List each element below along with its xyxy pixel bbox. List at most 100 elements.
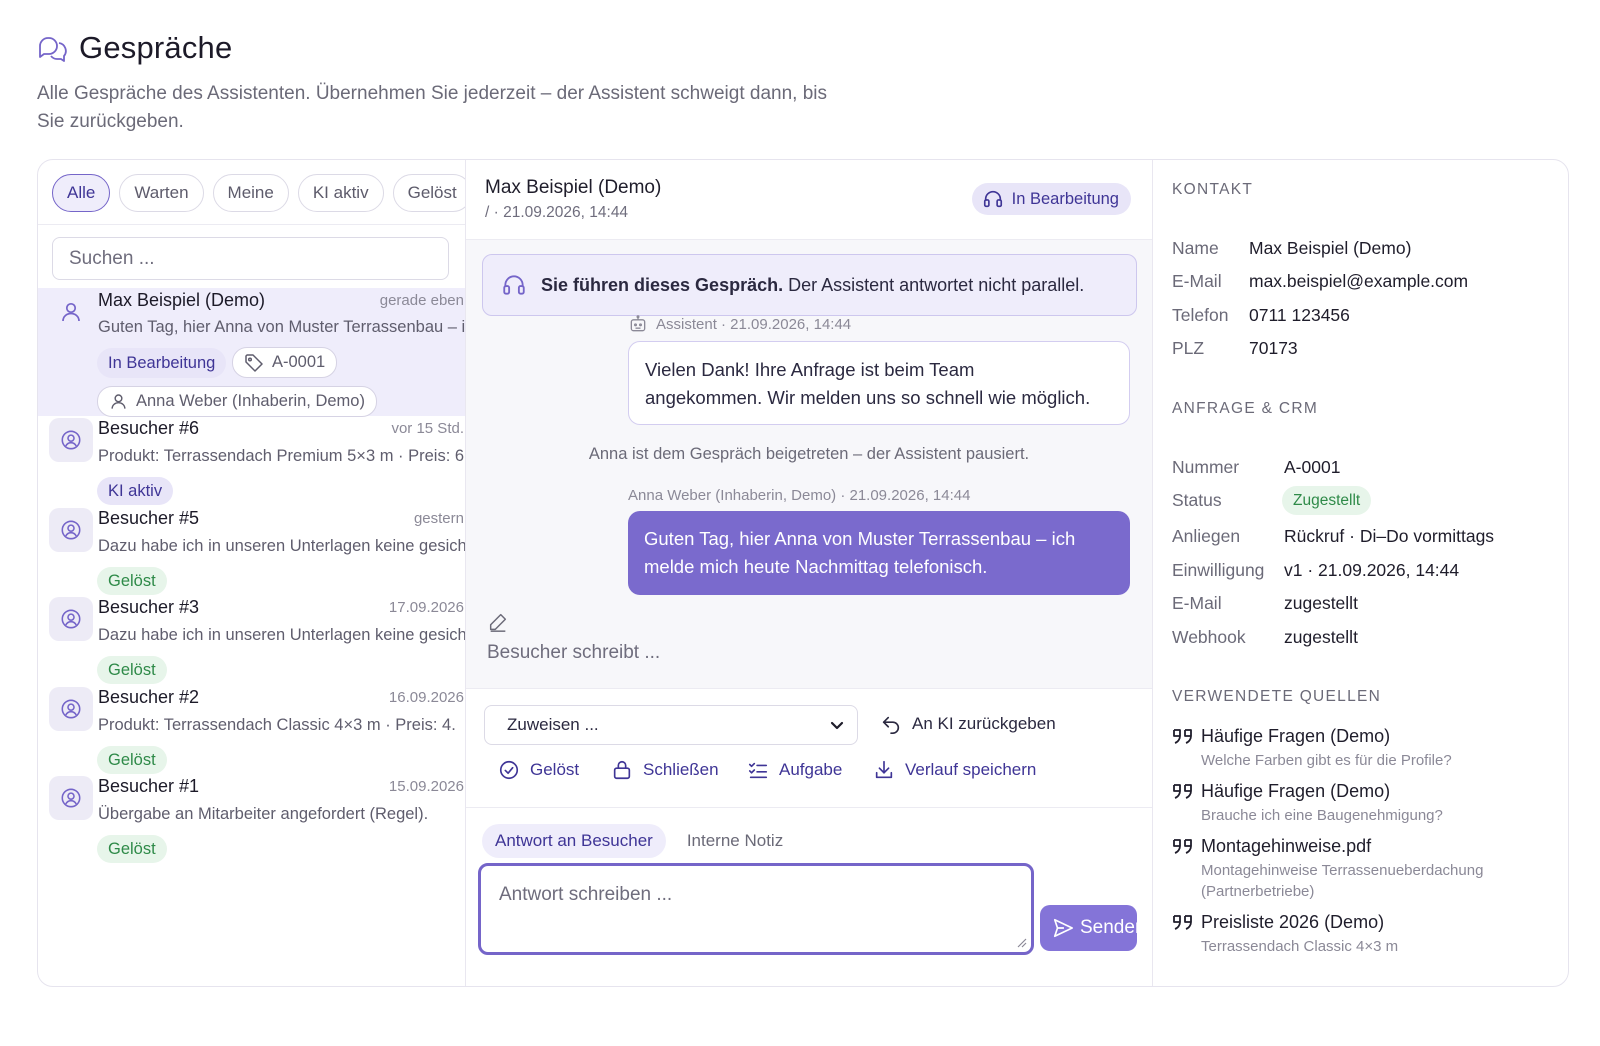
tab-internal-note[interactable]: Interne Notiz <box>674 824 796 858</box>
conversation-time: gestern <box>413 510 464 527</box>
conversation-name: Besucher #1 <box>98 776 200 796</box>
status-badge: Gelöst <box>97 835 167 863</box>
takeover-text: Sie führen dieses Gespräch. Der Assisten… <box>541 274 1085 295</box>
status-badge: Gelöst <box>97 656 167 684</box>
ticket-badge: A-0001 <box>232 347 338 378</box>
section-title-crm: ANFRAGE & CRM <box>1172 400 1319 417</box>
page-header: Gespräche Alle Gespräche des Assistenten… <box>37 30 897 136</box>
conversation-name: Besucher #3 <box>98 597 200 617</box>
filter-mine[interactable]: Meine <box>212 174 289 212</box>
resize-handle-icon[interactable] <box>1017 938 1027 948</box>
page-title: Gespräche <box>79 30 233 65</box>
crm-label: Nummer <box>1172 457 1240 477</box>
source-item[interactable]: Preisliste 2026 (Demo) Terrassendach Cla… <box>1172 912 1552 957</box>
reply-textarea[interactable]: Antwort schreiben ... <box>478 863 1034 955</box>
conversation-item[interactable]: Besucher #1 15.09.2026 Übergabe an Mitar… <box>38 774 465 864</box>
chat-meta: / · 21.09.2026, 14:44 <box>485 204 629 221</box>
contact-value: 0711 123456 <box>1249 305 1350 325</box>
section-title-contact: KONTAKT <box>1172 181 1254 198</box>
send-icon <box>1052 917 1074 939</box>
close-conversation-button[interactable]: Schließen <box>611 759 719 781</box>
save-history-button[interactable]: Verlauf speichern <box>873 759 1036 781</box>
lock-icon <box>611 759 633 781</box>
details-column: KONTAKT Name Max Beispiel (Demo) E-Mail … <box>1153 160 1568 986</box>
chat-header: Max Beispiel (Demo) / · 21.09.2026, 14:4… <box>466 160 1152 240</box>
source-item[interactable]: Häufige Fragen (Demo) Brauche ich eine B… <box>1172 781 1552 826</box>
assign-select[interactable]: Zuweisen ... <box>484 705 858 745</box>
chat-status-badge: In Bearbeitung <box>971 183 1131 215</box>
task-button[interactable]: Aufgabe <box>747 759 842 781</box>
resolved-button[interactable]: Gelöst <box>498 759 579 781</box>
download-icon <box>873 759 895 781</box>
contact-value: 70173 <box>1249 338 1298 358</box>
chat-column: Max Beispiel (Demo) / · 21.09.2026, 14:4… <box>466 160 1153 986</box>
conversation-item[interactable]: Besucher #5 gestern Dazu habe ich in uns… <box>38 506 466 596</box>
pencil-icon <box>487 611 509 633</box>
visitor-avatar-icon <box>49 418 93 462</box>
message-meta: Assistent · 21.09.2026, 14:44 <box>628 314 851 334</box>
conversation-time: 16.09.2026 <box>388 689 464 706</box>
checklist-icon <box>747 759 769 781</box>
system-note: Anna ist dem Gespräch beigetreten – der … <box>588 445 1030 463</box>
crm-label: Einwilligung <box>1172 560 1265 580</box>
conversation-item[interactable]: Besucher #2 16.09.2026 Produkt: Terrasse… <box>38 685 465 775</box>
conversation-name: Besucher #5 <box>98 508 200 528</box>
conversation-preview: Übergabe an Mitarbeiter angefordert (Reg… <box>98 805 429 823</box>
filter-chips: Alle Warten Meine KI aktiv Gelöst <box>52 174 465 212</box>
contact-label: Name <box>1172 238 1219 258</box>
conversation-actions: Zuweisen ... An KI zurückgeben Gelöst Sc… <box>466 688 1152 808</box>
reply-mode-tabs: Antwort an Besucher Interne Notiz <box>482 824 796 858</box>
contact-label: Telefon <box>1172 305 1229 325</box>
contact-label: E-Mail <box>1172 271 1222 291</box>
conversation-time: 15.09.2026 <box>388 778 464 795</box>
user-icon <box>109 392 128 411</box>
check-circle-icon <box>498 759 520 781</box>
status-badge: Gelöst <box>97 746 167 774</box>
conversation-name: Besucher #2 <box>98 687 200 707</box>
conversation-preview: Produkt: Terrassendach Premium 5×3 m · P… <box>98 447 466 465</box>
crm-status-badge: Zugestellt <box>1282 486 1372 515</box>
conversation-time: 17.09.2026 <box>388 599 464 616</box>
quote-icon <box>1172 914 1194 932</box>
assistant-message: Vielen Dank! Ihre Anfrage ist beim Team … <box>628 341 1130 425</box>
divider <box>38 224 465 225</box>
conversation-preview: Dazu habe ich in unseren Unterlagen kein… <box>98 626 466 644</box>
crm-value: v1 · 21.09.2026, 14:44 <box>1284 560 1460 580</box>
status-badge: KI aktiv <box>97 477 174 505</box>
filter-ai-active[interactable]: KI aktiv <box>297 174 384 212</box>
conversation-list-column: Alle Warten Meine KI aktiv Gelöst Suchen… <box>38 160 466 986</box>
chat-bubbles-icon <box>37 33 67 63</box>
user-icon <box>49 290 93 334</box>
section-title-sources: VERWENDETE QUELLEN <box>1172 688 1382 705</box>
crm-label: Status <box>1172 490 1222 510</box>
quote-icon <box>1172 838 1194 856</box>
send-button[interactable]: Senden <box>1040 905 1137 951</box>
conversation-item[interactable]: Besucher #6 vor 15 Std. Produkt: Terrass… <box>38 416 466 506</box>
tab-reply-visitor[interactable]: Antwort an Besucher <box>482 824 666 858</box>
conversation-time: vor 15 Std. <box>391 420 464 437</box>
quote-icon <box>1172 783 1194 801</box>
agent-message: Guten Tag, hier Anna von Muster Terrasse… <box>628 511 1130 595</box>
conversation-preview: Dazu habe ich in unseren Unterlagen kein… <box>98 537 466 555</box>
conversation-preview: Produkt: Terrassendach Classic 4×3 m · P… <box>98 716 456 734</box>
status-badge: In Bearbeitung <box>97 348 227 378</box>
conversation-item[interactable]: Besucher #3 17.09.2026 Dazu habe ich in … <box>38 595 466 685</box>
tag-icon <box>244 353 264 373</box>
search-input[interactable]: Suchen ... <box>52 237 449 280</box>
filter-waiting[interactable]: Warten <box>119 174 204 212</box>
conversation-item[interactable]: Max Beispiel (Demo) gerade eben Guten Ta… <box>38 288 465 417</box>
return-to-ai-button[interactable]: An KI zurückgeben <box>880 713 1056 735</box>
visitor-avatar-icon <box>49 597 93 641</box>
source-item[interactable]: Montagehinweise.pdf Montagehinweise Terr… <box>1172 836 1552 902</box>
filter-all[interactable]: Alle <box>52 174 111 212</box>
conversation-name: Besucher #6 <box>98 418 200 438</box>
filter-resolved[interactable]: Gelöst <box>392 174 465 212</box>
conversations-panel: Alle Warten Meine KI aktiv Gelöst Suchen… <box>37 159 1569 987</box>
crm-value: A-0001 <box>1284 457 1341 477</box>
conversation-time: gerade eben <box>379 292 464 309</box>
source-item[interactable]: Häufige Fragen (Demo) Welche Farben gibt… <box>1172 726 1552 771</box>
undo-icon <box>880 713 902 735</box>
visitor-avatar-icon <box>49 687 93 731</box>
message-meta: Anna Weber (Inhaberin, Demo) · 21.09.202… <box>628 487 971 504</box>
typing-indicator: Besucher schreibt ... <box>487 642 661 663</box>
